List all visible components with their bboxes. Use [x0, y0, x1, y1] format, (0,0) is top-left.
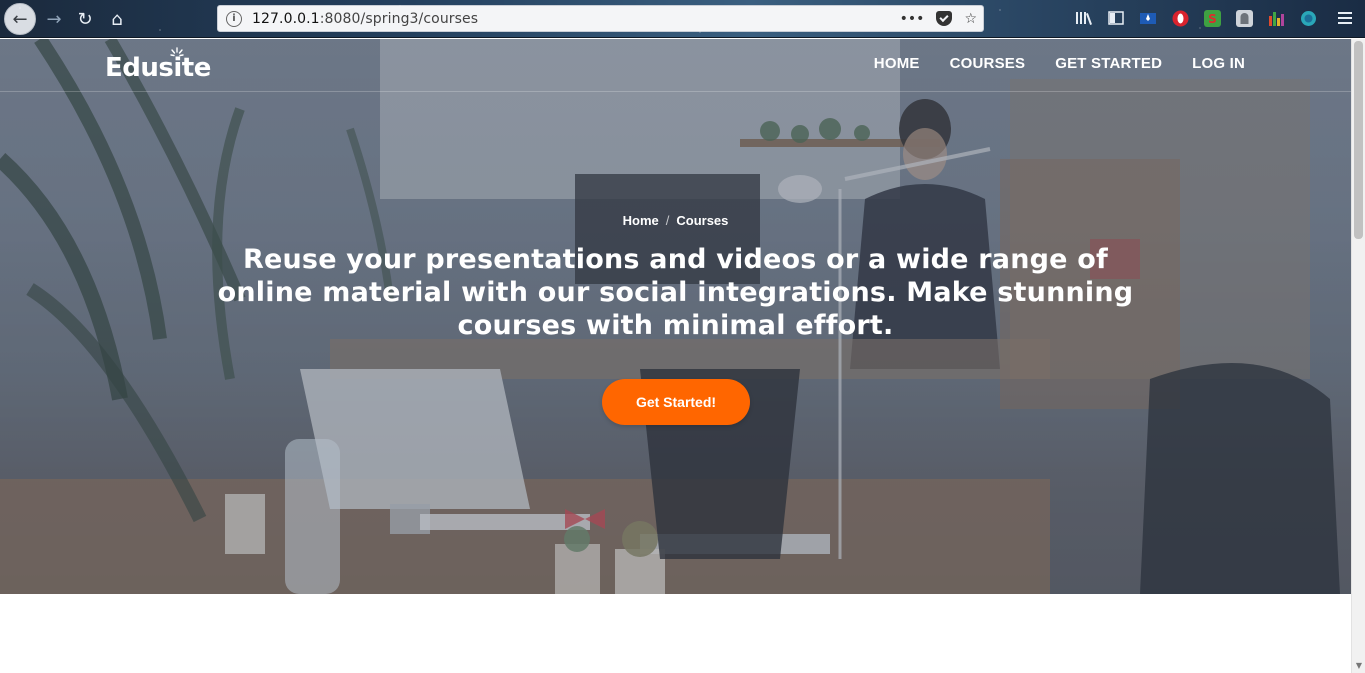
breadcrumb-home[interactable]: Home: [623, 213, 659, 228]
url-path: :8080/spring3/courses: [319, 10, 479, 27]
url-text[interactable]: 127.0.0.1:8080/spring3/courses: [252, 11, 478, 27]
svg-text:S: S: [1208, 12, 1217, 26]
breadcrumb-current: Courses: [676, 213, 729, 228]
library-icon[interactable]: [1075, 9, 1093, 27]
back-arrow-icon[interactable]: ←: [4, 3, 36, 35]
page-content: Edusite HOME COURSES GET STARTED LOG IN …: [0, 39, 1351, 673]
pocket-icon[interactable]: [936, 11, 953, 26]
logo-sparkle-icon: [170, 47, 184, 57]
forward-arrow-icon[interactable]: →: [40, 5, 68, 33]
scroll-down-arrow-icon[interactable]: ▼: [1354, 661, 1364, 671]
main-nav: HOME COURSES GET STARTED LOG IN: [874, 55, 1245, 72]
nav-log-in[interactable]: LOG IN: [1192, 55, 1245, 72]
hero-headline: Reuse your presentations and videos or a…: [217, 244, 1134, 341]
get-started-button[interactable]: Get Started!: [602, 379, 750, 425]
page-actions-icon[interactable]: •••: [900, 11, 925, 27]
page-scrollbar[interactable]: ▼: [1351, 39, 1365, 673]
extension-s-icon[interactable]: S: [1203, 9, 1221, 27]
breadcrumb-separator: /: [665, 213, 670, 228]
nav-home[interactable]: HOME: [874, 55, 920, 72]
scrollbar-thumb[interactable]: [1354, 41, 1363, 239]
star-icon[interactable]: ☆: [964, 11, 977, 27]
breadcrumb: Home / Courses: [0, 213, 1351, 228]
sidebar-icon[interactable]: [1107, 9, 1125, 27]
home-icon[interactable]: ⌂: [103, 5, 131, 33]
site-header: Edusite HOME COURSES GET STARTED LOG IN: [0, 39, 1351, 92]
nav-courses[interactable]: COURSES: [950, 55, 1026, 72]
site-logo[interactable]: Edusite: [105, 53, 211, 83]
extension-globe-icon[interactable]: [1299, 9, 1317, 27]
reload-icon[interactable]: ↻: [71, 5, 99, 33]
address-bar[interactable]: i 127.0.0.1:8080/spring3/courses ••• ☆: [217, 5, 984, 32]
info-icon[interactable]: i: [226, 10, 242, 27]
extension-fleur-icon[interactable]: [1139, 9, 1157, 27]
extension-ghost-icon[interactable]: [1235, 9, 1253, 27]
extension-opera-icon[interactable]: [1171, 9, 1189, 27]
hero-section: Edusite HOME COURSES GET STARTED LOG IN …: [0, 39, 1351, 594]
nav-get-started[interactable]: GET STARTED: [1055, 55, 1162, 72]
url-host: 127.0.0.1: [252, 10, 320, 27]
extension-chart-icon[interactable]: [1267, 9, 1285, 27]
menu-icon[interactable]: [1336, 9, 1354, 27]
browser-toolbar: ← → ↻ ⌂ i 127.0.0.1:8080/spring3/courses…: [0, 0, 1365, 38]
